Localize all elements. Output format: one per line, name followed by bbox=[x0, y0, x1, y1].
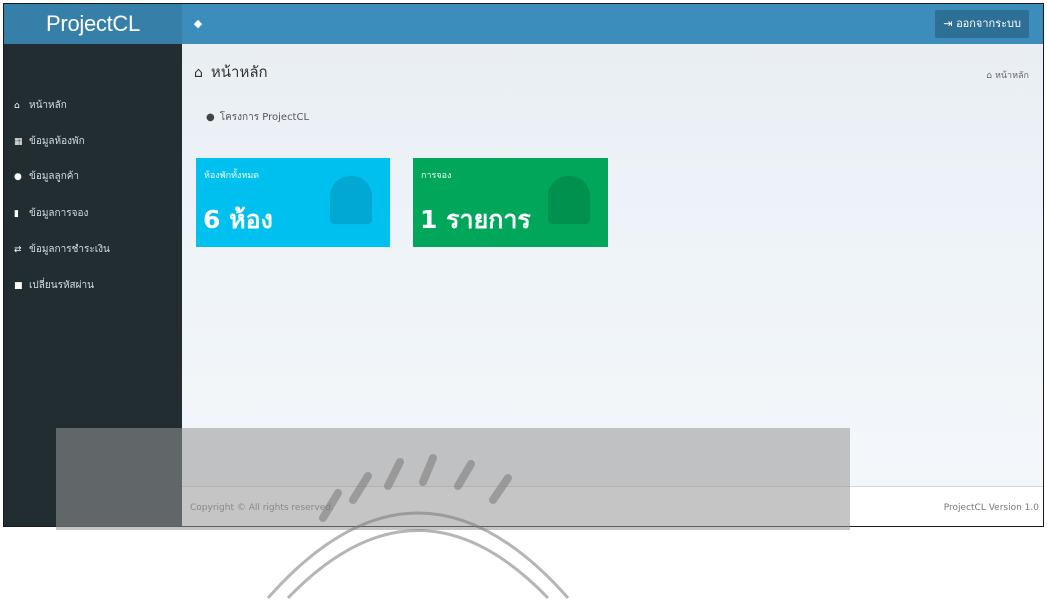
bookings-stat-box[interactable]: การจอง 1 รายการ bbox=[413, 158, 608, 247]
sidebar-item-label: ข้อมูลการจอง bbox=[29, 208, 89, 219]
user-icon bbox=[330, 176, 372, 224]
stat-label: การจอง bbox=[421, 171, 452, 181]
sidebar: ⌂ หน้าหลัก ▦ ข้อมูลห้องพัก ● ข้อมูลลูกค้า ▮… bbox=[4, 44, 182, 526]
page-title-text: หน้าหลัก bbox=[210, 63, 268, 81]
sidebar-item-bookings[interactable]: ▮ ข้อมูลการจอง bbox=[14, 204, 88, 224]
logout-icon: ⇥ bbox=[943, 17, 953, 30]
sidebar-item-customers[interactable]: ● ข้อมูลลูกค้า bbox=[14, 167, 79, 187]
footer: Copyright © All rights reserved. Project… bbox=[182, 486, 1043, 526]
brand-logo[interactable]: ProjectCL bbox=[4, 4, 182, 44]
sidebar-item-home[interactable]: ⌂ หน้าหลัก bbox=[14, 96, 67, 116]
stat-value: 1 รายการ bbox=[420, 205, 531, 234]
breadcrumb-label: หน้าหลัก bbox=[994, 71, 1029, 81]
sidebar-item-label: เปลี่ยนรหัสผ่าน bbox=[29, 280, 94, 291]
grid-icon: ▦ bbox=[14, 137, 23, 147]
user-icon bbox=[548, 176, 590, 224]
main-content: ⌂ หน้าหลัก ⌂ หน้าหลัก ● โครงการ ProjectCL ห… bbox=[182, 44, 1043, 486]
welcome-text: ● โครงการ ProjectCL bbox=[206, 110, 309, 125]
sidebar-item-payments[interactable]: ⇄ ข้อมูลการชำระเงิน bbox=[14, 240, 110, 260]
stat-label: ห้องพักทั้งหมด bbox=[204, 171, 260, 181]
stat-value: 6 ห้อง bbox=[203, 205, 273, 234]
logout-button[interactable]: ⇥ ออกจากระบบ bbox=[935, 10, 1029, 38]
breadcrumb[interactable]: ⌂ หน้าหลัก bbox=[986, 68, 1029, 82]
sidebar-item-rooms[interactable]: ▦ ข้อมูลห้องพัก bbox=[14, 132, 85, 152]
lock-icon: ■ bbox=[14, 281, 23, 291]
copyright-text: Copyright © All rights reserved. bbox=[190, 503, 334, 513]
sidebar-item-password[interactable]: ■ เปลี่ยนรหัสผ่าน bbox=[14, 276, 94, 296]
page-title: ⌂ หน้าหลัก bbox=[194, 60, 268, 84]
sidebar-item-label: หน้าหลัก bbox=[29, 100, 67, 111]
home-icon: ⌂ bbox=[14, 101, 20, 111]
logout-label: ออกจากระบบ bbox=[956, 17, 1021, 30]
welcome-label: โครงการ ProjectCL bbox=[219, 112, 310, 123]
rooms-stat-box[interactable]: ห้องพักทั้งหมด 6 ห้อง bbox=[196, 158, 390, 247]
document-icon: ▮ bbox=[14, 209, 19, 219]
user-icon: ● bbox=[14, 172, 22, 182]
version-text: ProjectCL Version 1.0 bbox=[943, 503, 1039, 513]
browser-window: ProjectCL ◆ ⇥ ออกจากระบบ ⌂ หน้าหลัก ▦ ข้อม… bbox=[3, 3, 1044, 527]
exchange-icon: ⇄ bbox=[14, 245, 22, 255]
home-icon: ⌂ bbox=[986, 71, 992, 81]
sidebar-item-label: ข้อมูลห้องพัก bbox=[29, 136, 85, 147]
home-icon: ⌂ bbox=[194, 65, 203, 81]
sidebar-toggle-icon[interactable]: ◆ bbox=[192, 18, 204, 30]
sidebar-item-label: ข้อมูลการชำระเงิน bbox=[29, 244, 110, 255]
top-navbar: ProjectCL ◆ ⇥ ออกจากระบบ bbox=[4, 4, 1043, 44]
user-icon: ● bbox=[206, 112, 215, 123]
sidebar-item-label: ข้อมูลลูกค้า bbox=[29, 171, 80, 182]
